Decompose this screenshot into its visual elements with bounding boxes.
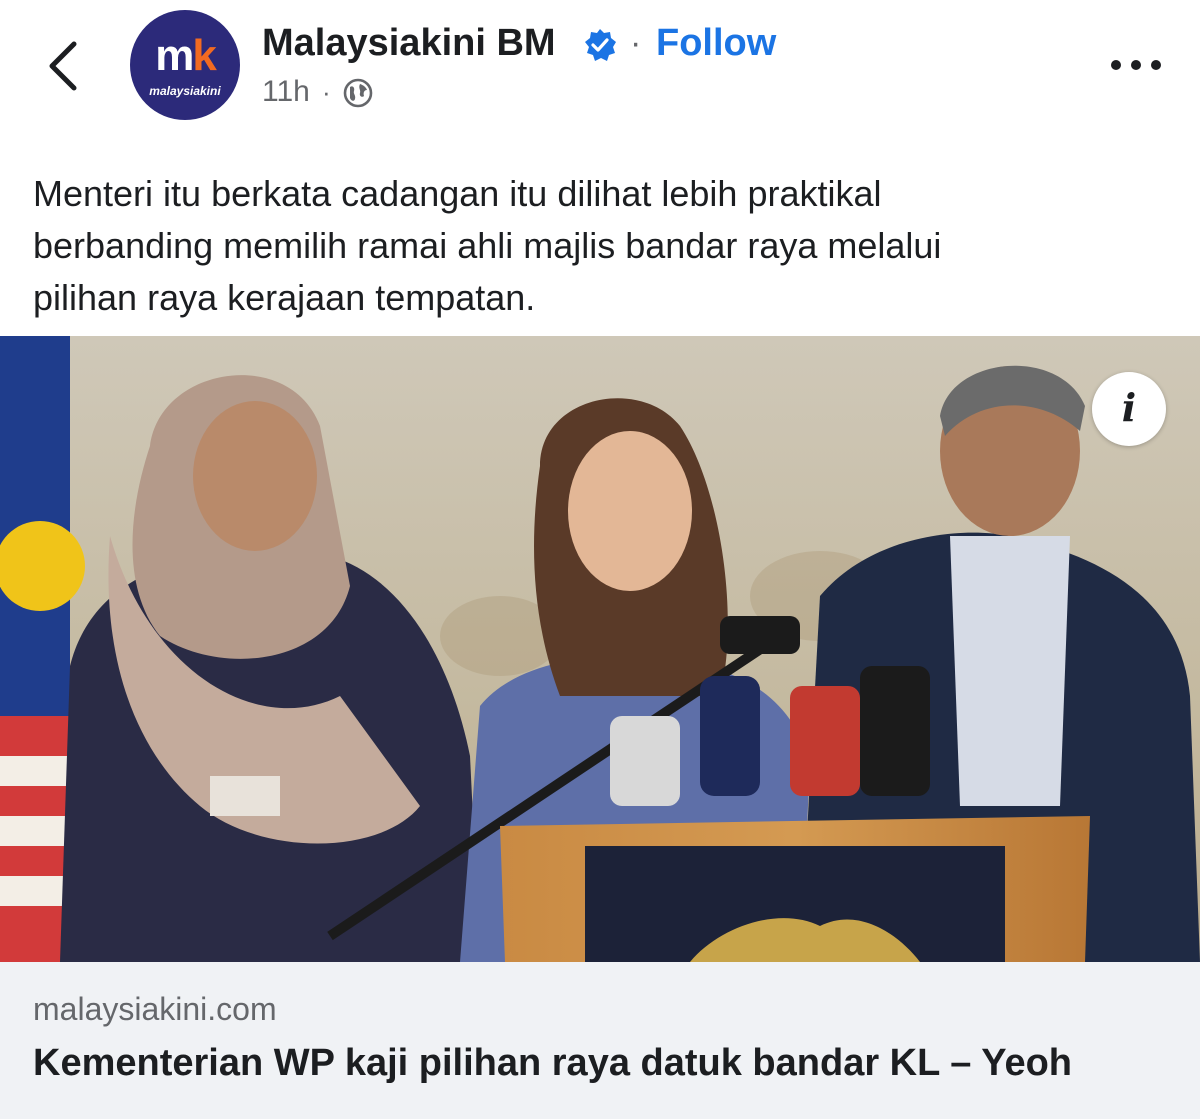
link-domain: malaysiakini.com — [33, 991, 277, 1027]
globe-icon[interactable] — [342, 77, 374, 109]
meta-separator: · — [322, 77, 331, 107]
header-separator: · — [630, 24, 642, 62]
more-options-button[interactable] — [1108, 50, 1164, 80]
link-headline[interactable]: Kementerian WP kaji pilihan raya datuk b… — [33, 1040, 1183, 1086]
verified-badge-icon — [585, 29, 616, 61]
info-icon: i — [1121, 385, 1137, 430]
avatar-logo: mk — [130, 34, 240, 78]
more-horizontal-icon — [1111, 60, 1161, 70]
press-conference-photo — [0, 336, 1200, 962]
post-timestamp[interactable]: 11h — [262, 72, 310, 112]
page-name-link[interactable]: Malaysiakini BM — [262, 20, 556, 66]
follow-button[interactable]: Follow — [656, 20, 776, 66]
page-avatar[interactable]: mk malaysiakini — [130, 10, 240, 120]
back-button[interactable] — [40, 30, 90, 100]
post-header: mk malaysiakini Malaysiakini BM · Follow… — [0, 0, 1200, 140]
chevron-left-icon — [49, 41, 77, 91]
avatar-logo-m: m — [155, 31, 194, 80]
link-preview-card[interactable]: i malaysiakini.com Kementerian WP kaji p… — [0, 336, 1200, 1119]
avatar-logo-k: k — [192, 31, 217, 80]
ad-info-button[interactable]: i — [1092, 372, 1166, 446]
avatar-brand-text: malaysiakini — [149, 84, 221, 98]
link-preview-image[interactable]: i — [0, 336, 1200, 962]
link-preview-footer[interactable]: malaysiakini.com Kementerian WP kaji pil… — [0, 962, 1200, 1119]
post-caption: Menteri itu berkata cadangan itu dilihat… — [33, 173, 942, 318]
